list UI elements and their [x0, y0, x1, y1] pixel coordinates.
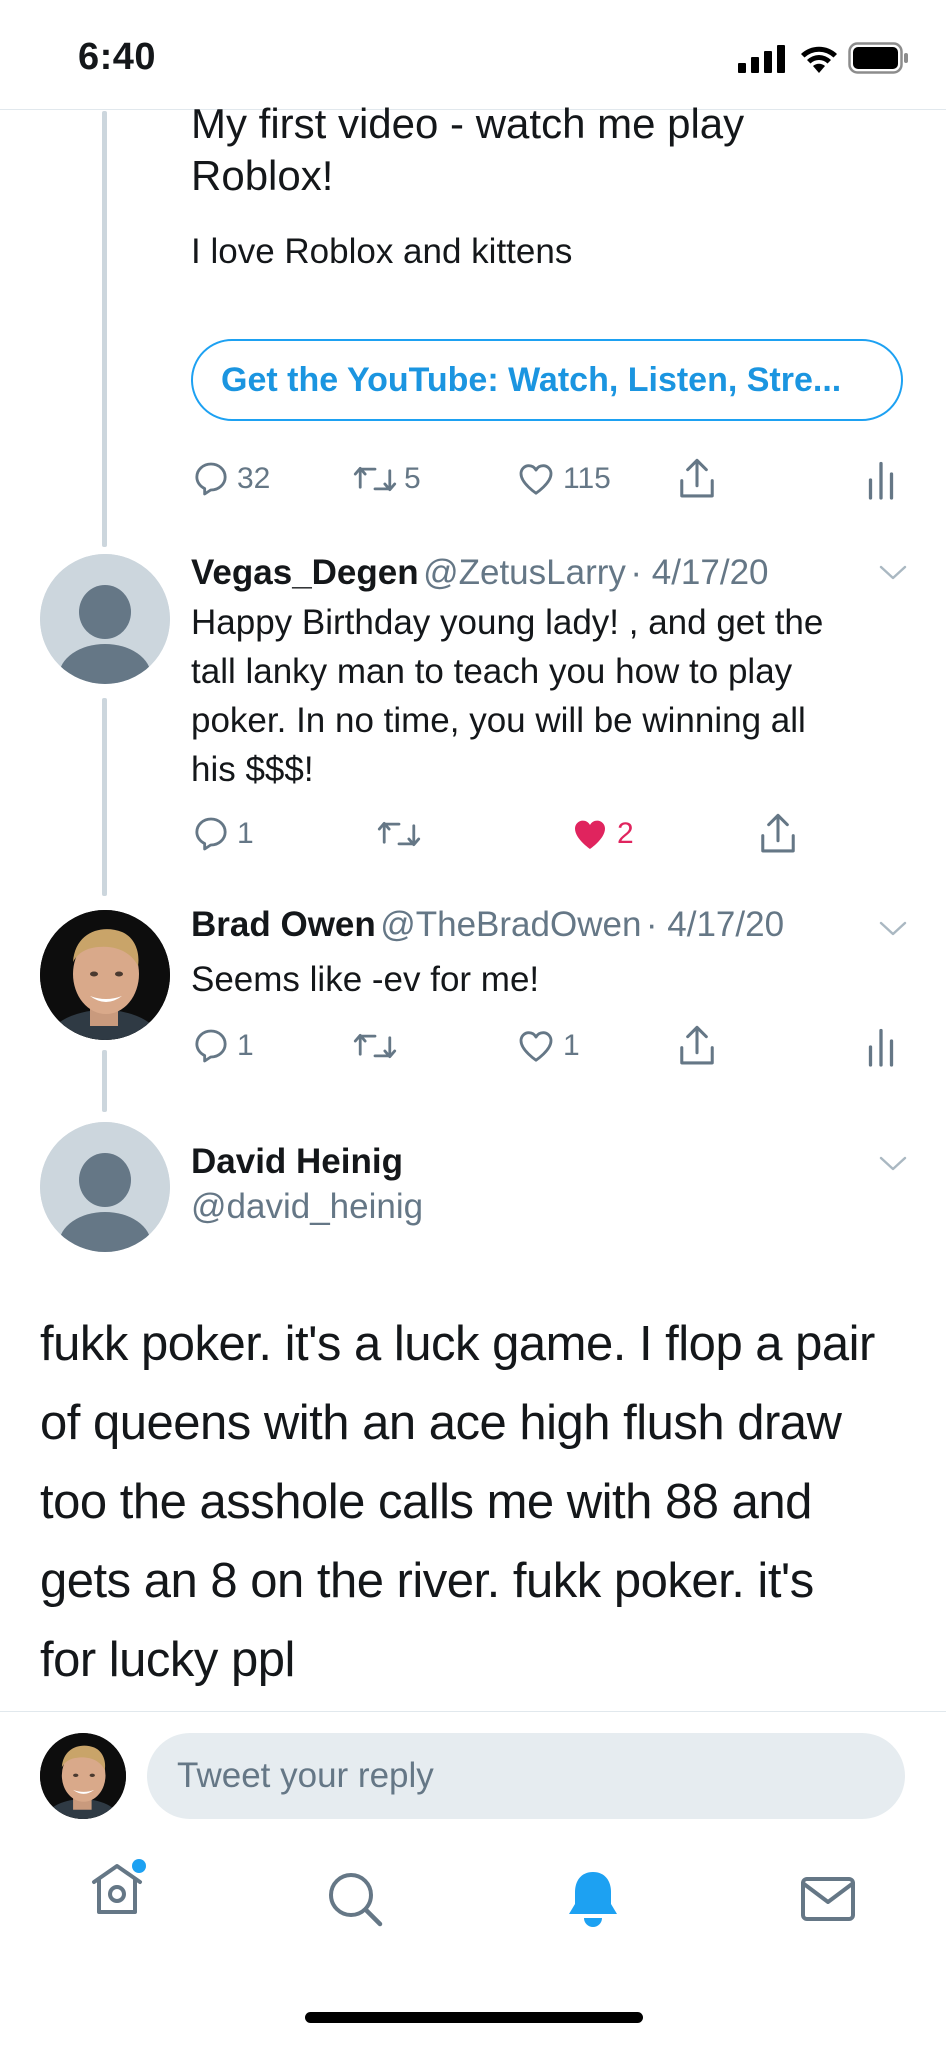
battery-icon: [848, 42, 908, 74]
like-count: 1: [563, 1029, 580, 1062]
tweet-text-line: tall lanky man to teach you how to play: [191, 652, 793, 691]
my-avatar[interactable]: [40, 1733, 126, 1819]
retweet-count: 5: [404, 462, 421, 495]
retweet-icon: [353, 1033, 397, 1059]
retweet-button[interactable]: [376, 814, 428, 854]
retweet-button[interactable]: 5: [352, 459, 421, 499]
tweet-header: Vegas_Degen @ZetusLarry · 4/17/20: [191, 553, 769, 593]
like-button[interactable]: 115: [515, 459, 611, 499]
tweet-text-line: poker. In no time, you will be winning a…: [191, 701, 806, 740]
tweet-text-line: Seems like -ev for me!: [191, 960, 540, 999]
tab-search[interactable]: [326, 1870, 386, 1935]
reply-button[interactable]: 32: [191, 459, 270, 499]
tweet-text-line: too the asshole calls me with 88 and: [40, 1475, 812, 1529]
card-title: My first video - watch me play Roblox!: [191, 100, 745, 199]
reply-icon: [195, 817, 227, 851]
reply-count: 32: [237, 462, 271, 495]
thread-line: [102, 111, 107, 547]
user-handle[interactable]: @TheBradOwen: [380, 905, 641, 944]
status-bar: 6:40: [0, 0, 946, 110]
search-icon: [329, 1873, 383, 1927]
tweet-header: Brad Owen @TheBradOwen · 4/17/20: [191, 905, 784, 945]
share-icon: [680, 1025, 714, 1065]
tweet-text: Happy Birthday young lady! , and get the…: [191, 598, 823, 794]
reply-button[interactable]: 1: [191, 814, 254, 854]
reply-count: 1: [237, 817, 254, 850]
like-button[interactable]: 1: [515, 1026, 580, 1066]
reply-icon: [195, 1029, 227, 1063]
like-count: 115: [563, 462, 611, 495]
heart-icon: [519, 1031, 553, 1062]
chevron-down-icon[interactable]: [878, 919, 908, 939]
thread-line: [102, 698, 107, 896]
tweet-date: · 4/17/20: [630, 553, 769, 592]
share-icon: [761, 813, 795, 853]
tab-messages[interactable]: [800, 1876, 856, 1927]
display-name[interactable]: Vegas_Degen: [191, 553, 419, 592]
analytics-button[interactable]: [866, 1027, 896, 1067]
tweet-text-line: gets an 8 on the river. fukk poker. it's: [40, 1554, 814, 1608]
tweet-date: · 4/17/20: [645, 905, 785, 944]
thread-line: [102, 1050, 107, 1112]
avatar[interactable]: [40, 910, 170, 1040]
share-icon: [680, 458, 714, 498]
messages-icon: [801, 1877, 855, 1921]
analytics-button[interactable]: [866, 460, 896, 500]
user-handle[interactable]: @ZetusLarry: [423, 553, 626, 592]
home-indicator[interactable]: [305, 2012, 643, 2023]
display-name[interactable]: David Heinig: [191, 1142, 403, 1182]
notifications-icon: [569, 1872, 617, 1927]
default-avatar-icon: [40, 1122, 170, 1252]
reply-count: 1: [237, 1029, 254, 1062]
share-button[interactable]: [676, 457, 718, 501]
notification-dot: [132, 1859, 146, 1873]
retweet-icon: [353, 466, 397, 492]
avatar[interactable]: [40, 554, 170, 684]
display-name[interactable]: Brad Owen: [191, 905, 376, 944]
avatar[interactable]: [40, 1122, 170, 1252]
status-time: 6:40: [78, 36, 157, 78]
analytics-icon: [868, 1028, 894, 1067]
tweet-text: Seems like -ev for me!: [191, 955, 539, 1004]
tab-home[interactable]: [86, 1858, 148, 1921]
analytics-icon: [868, 461, 894, 500]
divider: [0, 1711, 946, 1712]
tweet-text-line: of queens with an ace high flush draw: [40, 1396, 842, 1450]
cellular-signal-icon: [738, 45, 785, 73]
like-button[interactable]: 2: [569, 814, 634, 854]
reply-icon: [195, 462, 227, 496]
tweet-text-line: for lucky ppl: [40, 1633, 295, 1687]
tweet-text-line: Happy Birthday young lady! , and get the: [191, 603, 824, 642]
tweet-text-line: his $$$!: [191, 750, 314, 789]
user-photo-avatar: [40, 1733, 126, 1819]
app-store-link-button[interactable]: Get the YouTube: Watch, Listen, Stre...: [191, 339, 903, 421]
reply-input[interactable]: Tweet your reply: [147, 1733, 905, 1819]
retweet-button[interactable]: [352, 1026, 404, 1066]
heart-filled-icon: [575, 820, 605, 849]
main-tweet-text: fukk poker. it's a luck game. I flop a p…: [40, 1305, 920, 1700]
retweet-icon: [377, 821, 421, 847]
like-count: 2: [617, 817, 634, 850]
chevron-down-icon[interactable]: [878, 563, 908, 583]
chevron-down-icon[interactable]: [878, 1154, 908, 1174]
reply-button[interactable]: 1: [191, 1026, 254, 1066]
user-photo-avatar: [40, 910, 170, 1040]
share-button[interactable]: [757, 812, 799, 856]
home-icon: [92, 1859, 146, 1914]
wifi-icon: [801, 46, 837, 73]
user-handle[interactable]: @david_heinig: [191, 1187, 423, 1227]
tweet-text-line: fukk poker. it's a luck game. I flop a p…: [40, 1317, 875, 1371]
share-button[interactable]: [676, 1024, 718, 1068]
card-subtitle: I love Roblox and kittens: [191, 232, 573, 271]
tab-notifications[interactable]: [565, 1868, 621, 1935]
default-avatar-icon: [40, 554, 170, 684]
heart-icon: [519, 464, 553, 495]
